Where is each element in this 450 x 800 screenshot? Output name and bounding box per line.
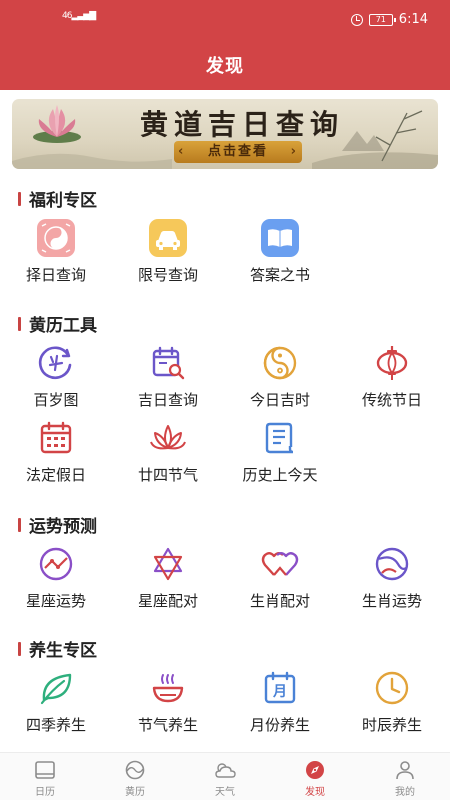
item-label: 星座配对 (137, 592, 198, 610)
title-bar: 发现 (0, 40, 450, 90)
alarm-icon (350, 13, 363, 26)
item-plate-limit[interactable]: 限号查询 (112, 218, 224, 286)
item-zodiac-match[interactable]: 星座配对 (112, 544, 224, 612)
signal-label: 46 (62, 11, 73, 21)
item-label: 法定假日 (25, 466, 86, 484)
status-bar: 46▂▃▅▇ 71 6:14 (0, 0, 450, 40)
tab-label: 日历 (35, 787, 55, 798)
bottom-tab-bar: 日历 黄历 天气 发现 我的 (0, 752, 450, 800)
section-title-label: 黄历工具 (29, 316, 97, 336)
tab-calendar[interactable]: 日历 (0, 753, 90, 800)
item-chinese-zodiac-match[interactable]: 生肖配对 (224, 544, 336, 612)
battery-icon: 71 (368, 13, 396, 26)
item-label: 节气养生 (137, 716, 198, 734)
item-chinese-zodiac-fortune[interactable]: 生肖运势 (336, 544, 448, 612)
item-label: 四季养生 (25, 716, 86, 734)
lotus-art (33, 105, 81, 143)
section-accent-bar (18, 517, 21, 532)
item-horoscope[interactable]: 星座运势 (0, 544, 112, 612)
item-date-selection[interactable]: 择日查询 (0, 218, 112, 286)
section-accent-bar (18, 191, 21, 206)
item-label: 生肖运势 (361, 592, 422, 610)
yinyang-tab-icon (123, 759, 147, 781)
item-solar-terms[interactable]: 廿四节气 (112, 418, 224, 486)
item-label: 廿四节气 (137, 466, 198, 484)
item-label: 择日查询 (25, 266, 86, 284)
star-of-david-icon (148, 544, 188, 584)
tab-me[interactable]: 我的 (360, 753, 450, 800)
heart-pair-icon (260, 544, 300, 584)
section-title-almanac-tools: 黄历工具 (18, 311, 97, 336)
section-title-welfare: 福利专区 (18, 186, 97, 211)
zodiac-chart-icon (36, 544, 76, 584)
lotus-icon (148, 418, 188, 458)
item-label: 传统节日 (361, 391, 422, 409)
tab-label: 天气 (215, 787, 235, 798)
section-accent-bar (18, 641, 21, 656)
section-title-label: 福利专区 (29, 191, 97, 211)
huangdao-banner[interactable]: 黄道吉日查询 点击查看 (12, 99, 438, 169)
section-title-fortune: 运势预测 (18, 512, 97, 537)
item-traditional-festivals[interactable]: 传统节日 (336, 343, 448, 411)
scroll-icon (260, 418, 300, 458)
month-calendar-icon: 月 (260, 668, 300, 708)
person-tab-icon (393, 759, 417, 781)
tab-label: 黄历 (125, 787, 145, 798)
item-label: 答案之书 (249, 266, 310, 284)
car-icon (148, 218, 188, 258)
compass-tab-icon (303, 759, 327, 781)
tab-weather[interactable]: 天气 (180, 753, 270, 800)
tab-label: 我的 (395, 787, 415, 798)
item-hundred-year-chart[interactable]: 百岁图 (0, 343, 112, 411)
section-accent-bar (18, 316, 21, 331)
signal-indicator: 46▂▃▅▇ (62, 11, 96, 21)
lantern-icon (372, 343, 412, 383)
weather-tab-icon (213, 759, 237, 781)
section-title-label: 运势预测 (29, 517, 97, 537)
banner-title: 黄道吉日查询 (139, 108, 344, 141)
item-public-holidays[interactable]: 法定假日 (0, 418, 112, 486)
item-label: 今日吉时 (249, 391, 310, 409)
leaf-icon (36, 668, 76, 708)
item-book-of-answers[interactable]: 答案之书 (224, 218, 336, 286)
page-title: 发现 (206, 56, 244, 77)
clock-icon (372, 668, 412, 708)
item-hourly-wellness[interactable]: 时辰养生 (336, 668, 448, 736)
status-time: 6:14 (398, 12, 428, 27)
item-monthly-wellness[interactable]: 月 月份养生 (224, 668, 336, 736)
tab-label: 发现 (305, 787, 325, 798)
section-title-wellness: 养生专区 (18, 636, 97, 661)
bagua-icon (36, 218, 76, 258)
item-label: 百岁图 (33, 391, 79, 409)
item-solar-term-wellness[interactable]: 节气养生 (112, 668, 224, 736)
calendar-search-icon (148, 343, 188, 383)
section-title-label: 养生专区 (29, 641, 97, 661)
item-auspicious-day-search[interactable]: 吉日查询 (112, 343, 224, 411)
item-label: 星座运势 (25, 592, 86, 610)
yinyang-icon (260, 343, 300, 383)
item-this-day-in-history[interactable]: 历史上今天 (224, 418, 336, 486)
item-auspicious-hours[interactable]: 今日吉时 (224, 343, 336, 411)
item-label: 生肖配对 (249, 592, 310, 610)
item-label: 历史上今天 (242, 466, 318, 484)
bowl-icon (148, 668, 188, 708)
tab-discover[interactable]: 发现 (270, 753, 360, 800)
item-label: 吉日查询 (137, 391, 198, 409)
tab-almanac[interactable]: 黄历 (90, 753, 180, 800)
item-label: 限号查询 (137, 266, 198, 284)
calendar-icon (36, 418, 76, 458)
age-circle-icon (36, 343, 76, 383)
item-seasonal-wellness[interactable]: 四季养生 (0, 668, 112, 736)
status-right: 71 6:14 (350, 12, 428, 27)
banner-button-label: 点击查看 (207, 144, 268, 159)
item-label: 月份养生 (249, 716, 310, 734)
orbit-icon (372, 544, 412, 584)
book-icon (260, 218, 300, 258)
banner-view-button[interactable]: 点击查看 (174, 141, 302, 163)
calendar-tab-icon (33, 759, 57, 781)
battery-level: 71 (375, 14, 386, 24)
month-glyph: 月 (272, 684, 287, 700)
item-label: 时辰养生 (361, 716, 422, 734)
